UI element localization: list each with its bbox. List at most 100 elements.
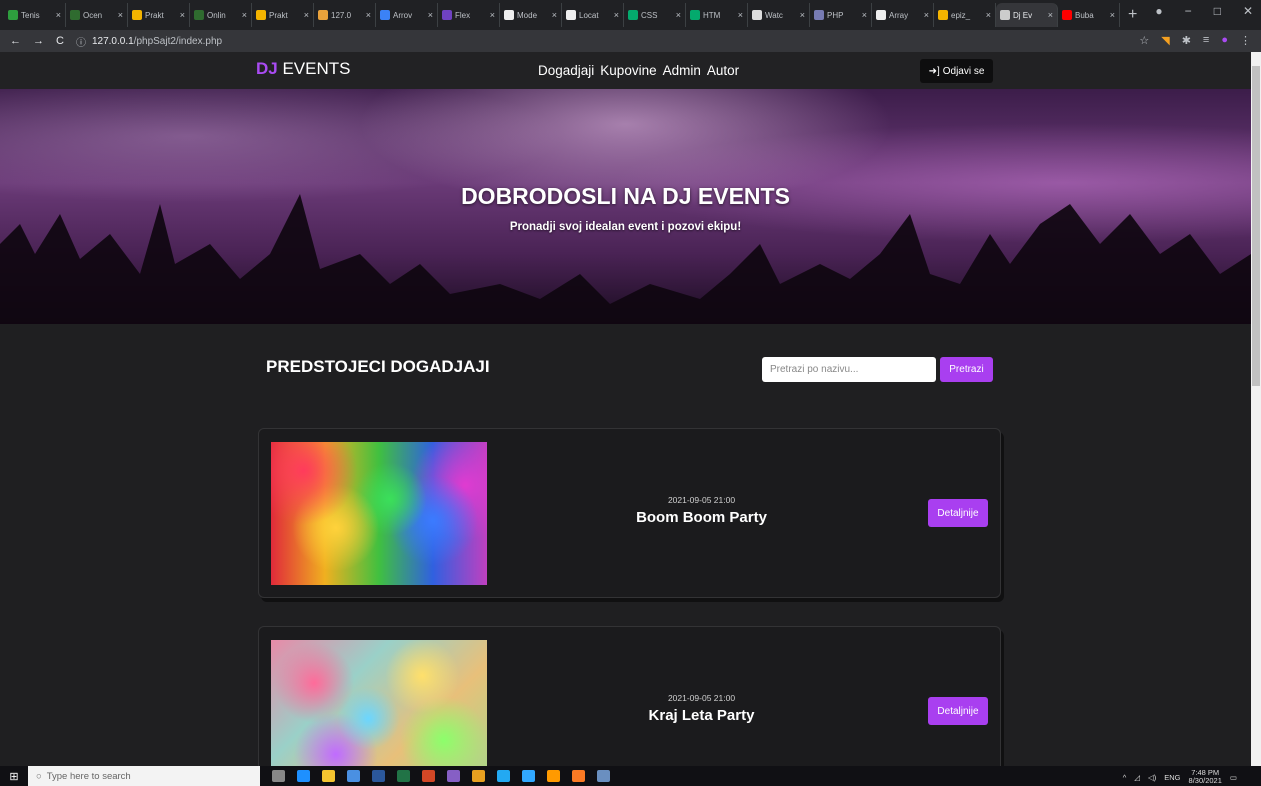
event-name: Kraj Leta Party bbox=[648, 707, 755, 724]
clock-date: 8/30/2021 bbox=[1188, 776, 1222, 785]
browser-tab[interactable]: Prakt × bbox=[128, 3, 190, 27]
menu-kebab-icon[interactable]: ⋮ bbox=[1240, 34, 1251, 47]
url-field[interactable]: ⓘ 127.0.0.1/phpSajt2/index.php bbox=[76, 34, 222, 49]
browser-tab[interactable]: Mode × bbox=[500, 3, 562, 27]
tab-label: epiz_ bbox=[951, 10, 971, 20]
vscode-icon[interactable] bbox=[497, 770, 510, 782]
browser-tab[interactable]: Arrov × bbox=[376, 3, 438, 27]
tab-favicon-icon bbox=[752, 10, 762, 20]
extensions-icon[interactable]: ✱ bbox=[1182, 34, 1191, 47]
tab-close-icon[interactable]: × bbox=[180, 10, 185, 20]
tab-close-icon[interactable]: × bbox=[118, 10, 123, 20]
tab-close-icon[interactable]: × bbox=[242, 10, 247, 20]
edge-icon[interactable] bbox=[297, 770, 310, 782]
event-details-button[interactable]: Detaljnije bbox=[928, 499, 988, 527]
browser-tab[interactable]: Locat × bbox=[562, 3, 624, 27]
tab-close-icon[interactable]: × bbox=[738, 10, 743, 20]
nav-link-kupovine[interactable]: Kupovine bbox=[600, 63, 656, 78]
notifications-icon[interactable]: ▭ bbox=[1230, 773, 1237, 782]
xampp-icon[interactable] bbox=[572, 770, 585, 782]
tab-label: 127.0 bbox=[331, 10, 352, 20]
tab-close-icon[interactable]: × bbox=[366, 10, 371, 20]
taskbar-apps bbox=[272, 770, 610, 782]
photoshop-icon[interactable] bbox=[522, 770, 535, 782]
tray-up-icon[interactable]: ^ bbox=[1123, 773, 1127, 782]
clock[interactable]: 7:48 PM 8/30/2021 bbox=[1189, 769, 1222, 785]
illustrator-icon[interactable] bbox=[547, 770, 560, 782]
tab-label: Array bbox=[889, 10, 909, 20]
tab-close-icon[interactable]: × bbox=[800, 10, 805, 20]
windows-start-icon[interactable]: ⊞ bbox=[0, 770, 28, 783]
tab-favicon-icon bbox=[938, 10, 948, 20]
site-menu: Dogadjaji Kupovine Admin Autor bbox=[538, 63, 739, 78]
language-indicator[interactable]: ENG bbox=[1164, 773, 1180, 782]
nav-link-dogadjaji[interactable]: Dogadjaji bbox=[538, 63, 594, 78]
powerpoint-icon[interactable] bbox=[422, 770, 435, 782]
tab-label: Prakt bbox=[269, 10, 288, 20]
logout-button[interactable]: ➜] Odjavi se bbox=[920, 59, 993, 83]
event-details-button[interactable]: Detaljnije bbox=[928, 697, 988, 725]
word-icon[interactable] bbox=[372, 770, 385, 782]
tab-close-icon[interactable]: × bbox=[428, 10, 433, 20]
browser-tab[interactable]: Buba × bbox=[1058, 3, 1120, 27]
browser-tab[interactable]: Flex × bbox=[438, 3, 500, 27]
tab-close-icon[interactable]: × bbox=[304, 10, 309, 20]
maximize-button[interactable]: □ bbox=[1214, 4, 1221, 18]
tab-close-icon[interactable]: × bbox=[862, 10, 867, 20]
nav-link-autor[interactable]: Autor bbox=[707, 63, 739, 78]
browser-tab[interactable]: Tenis × bbox=[4, 3, 66, 27]
scrollbar-thumb[interactable] bbox=[1252, 66, 1260, 386]
browser-tab[interactable]: Dj Ev × bbox=[996, 3, 1058, 27]
tab-close-icon[interactable]: × bbox=[676, 10, 681, 20]
tab-label: Mode bbox=[517, 10, 538, 20]
network-icon[interactable]: ◿ bbox=[1134, 773, 1140, 782]
tab-close-icon[interactable]: × bbox=[56, 10, 61, 20]
minimize-button[interactable]: − bbox=[1185, 4, 1192, 18]
tab-close-icon[interactable]: × bbox=[490, 10, 495, 20]
profile-icon[interactable]: ● bbox=[1155, 4, 1162, 18]
search-button[interactable]: Pretrazi bbox=[940, 357, 993, 382]
browser-tab[interactable]: HTM × bbox=[686, 3, 748, 27]
volume-icon[interactable]: ◁) bbox=[1148, 773, 1156, 782]
rss-icon[interactable]: ◥ bbox=[1161, 34, 1169, 47]
browser-tab[interactable]: Watc × bbox=[748, 3, 810, 27]
bookmark-star-icon[interactable]: ☆ bbox=[1139, 34, 1149, 47]
close-window-button[interactable]: ✕ bbox=[1243, 4, 1253, 18]
tab-label: Buba bbox=[1075, 10, 1094, 20]
browser-tab[interactable]: PHP × bbox=[810, 3, 872, 27]
tab-close-icon[interactable]: × bbox=[614, 10, 619, 20]
reload-icon[interactable]: C bbox=[56, 35, 64, 47]
browser-tab[interactable]: epiz_ × bbox=[934, 3, 996, 27]
event-search-input[interactable] bbox=[762, 357, 936, 382]
browser-tab[interactable]: Array × bbox=[872, 3, 934, 27]
app-icon[interactable] bbox=[597, 770, 610, 782]
task-view-icon[interactable] bbox=[272, 770, 285, 782]
browser-tab[interactable]: Onlin × bbox=[190, 3, 252, 27]
excel-icon[interactable] bbox=[397, 770, 410, 782]
taskbar-search-input[interactable]: ○ Type here to search bbox=[28, 766, 260, 786]
forward-icon[interactable]: → bbox=[33, 35, 44, 47]
profile-avatar-icon[interactable]: ● bbox=[1221, 34, 1228, 47]
reading-list-icon[interactable]: ≡ bbox=[1203, 34, 1209, 47]
browser-tab[interactable]: Prakt × bbox=[252, 3, 314, 27]
save-app-icon[interactable] bbox=[347, 770, 360, 782]
nav-link-admin[interactable]: Admin bbox=[663, 63, 701, 78]
tab-label: Arrov bbox=[393, 10, 413, 20]
tab-label: HTM bbox=[703, 10, 721, 20]
visual-studio-icon[interactable] bbox=[447, 770, 460, 782]
browser-tab[interactable]: 127.0 × bbox=[314, 3, 376, 27]
tab-close-icon[interactable]: × bbox=[986, 10, 991, 20]
chrome-icon[interactable] bbox=[472, 770, 485, 782]
browser-tab[interactable]: CSS × bbox=[624, 3, 686, 27]
tab-close-icon[interactable]: × bbox=[1048, 10, 1053, 20]
tab-close-icon[interactable]: × bbox=[552, 10, 557, 20]
browser-tab[interactable]: Ocen × bbox=[66, 3, 128, 27]
tab-close-icon[interactable]: × bbox=[924, 10, 929, 20]
file-explorer-icon[interactable] bbox=[322, 770, 335, 782]
new-tab-button[interactable]: + bbox=[1128, 6, 1137, 24]
tab-favicon-icon bbox=[256, 10, 266, 20]
back-icon[interactable]: ← bbox=[10, 35, 21, 47]
tab-close-icon[interactable]: × bbox=[1110, 10, 1115, 20]
site-brand[interactable]: DJ EVENTS bbox=[256, 59, 350, 79]
event-card: 2021-09-05 21:00 Boom Boom Party Detaljn… bbox=[258, 428, 1001, 598]
